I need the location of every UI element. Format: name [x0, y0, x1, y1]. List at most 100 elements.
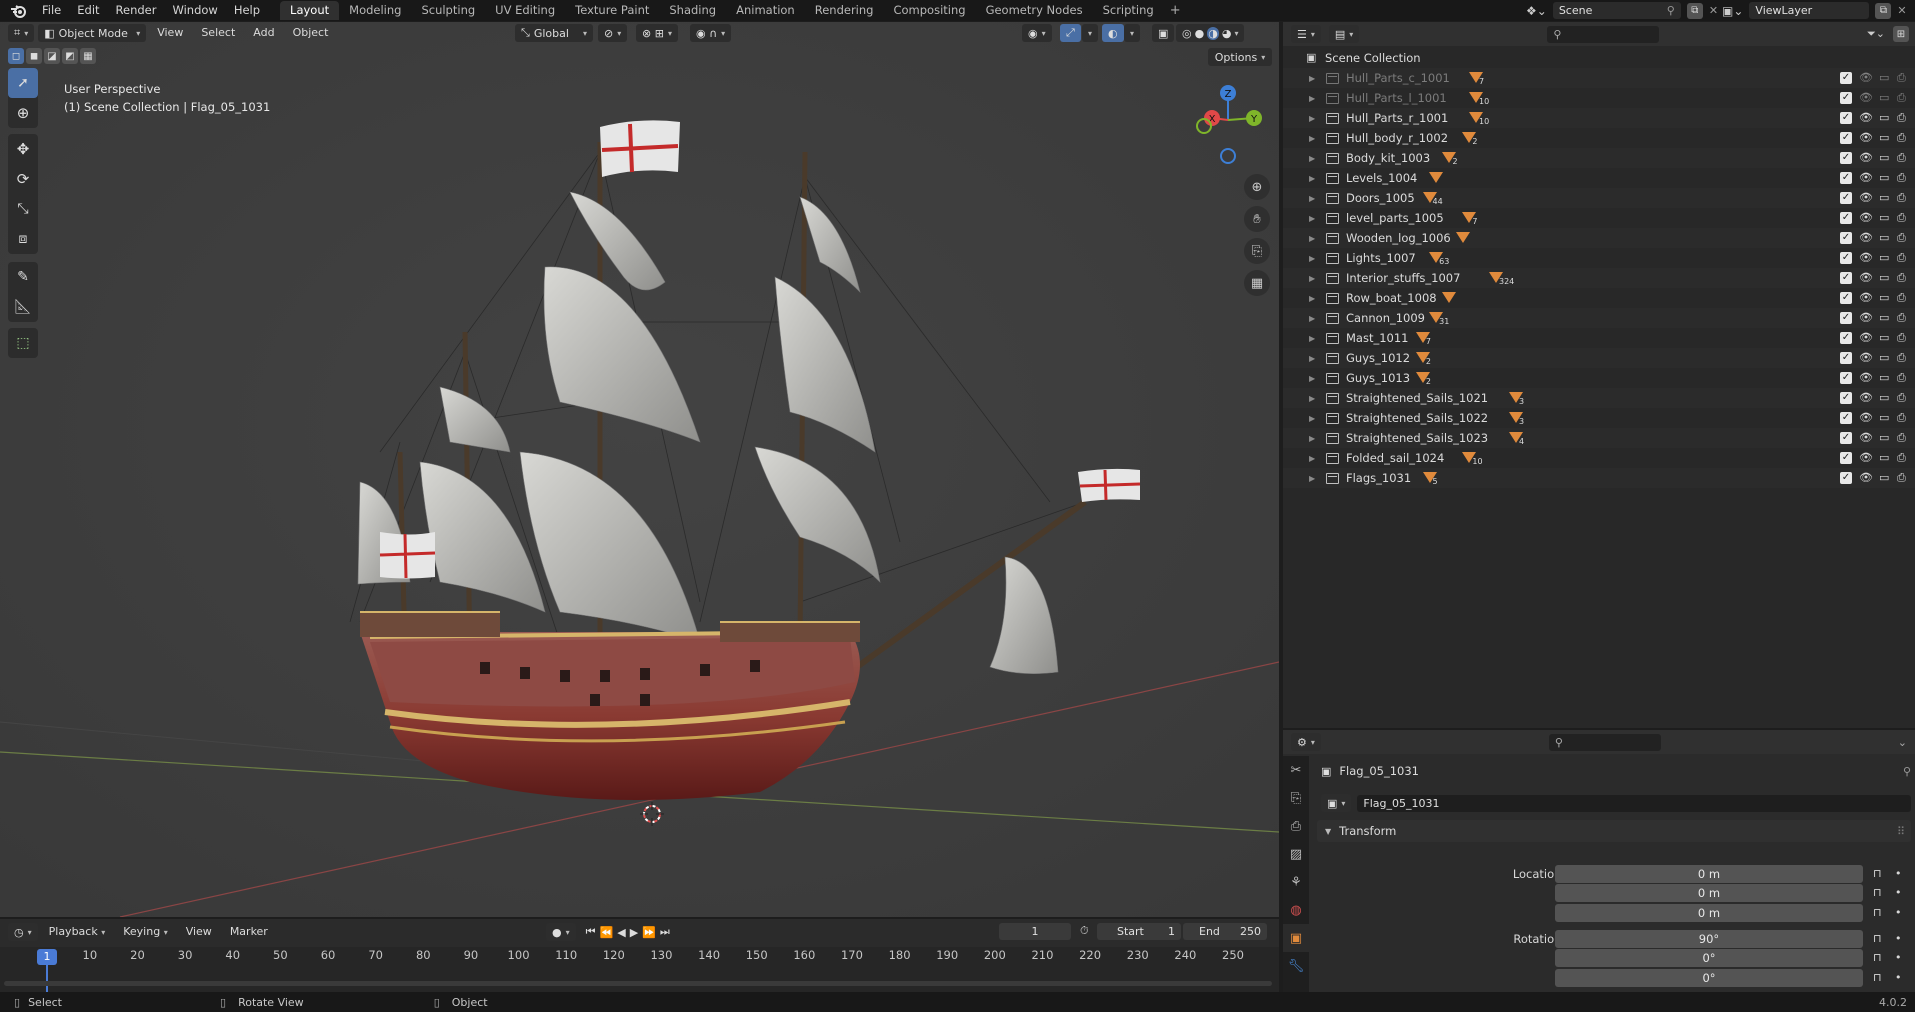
monitor-icon[interactable]: ▭: [1879, 471, 1889, 484]
exclude-checkbox[interactable]: ✓: [1840, 372, 1852, 384]
transform-panel-header[interactable]: ▼ Transform ⠿: [1317, 820, 1911, 842]
navigation-gizmo[interactable]: Z Y X: [1190, 80, 1270, 166]
transform-value-field[interactable]: 0 m: [1555, 884, 1863, 902]
overlays-toggle[interactable]: ◐: [1102, 24, 1124, 42]
camera-render-icon[interactable]: ⎙: [1897, 231, 1906, 245]
monitor-icon[interactable]: ▭: [1879, 411, 1889, 424]
monitor-icon[interactable]: ▭: [1879, 71, 1889, 84]
monitor-icon[interactable]: ▭: [1879, 151, 1889, 164]
keyframe-dot-icon[interactable]: •: [1895, 951, 1902, 964]
outliner-root-row[interactable]: ▣ Scene Collection: [1283, 48, 1915, 68]
eye-icon[interactable]: 👁︎: [1859, 211, 1873, 224]
zoom-icon[interactable]: ⊕: [1244, 174, 1270, 200]
menu-window[interactable]: Window: [164, 0, 225, 21]
lock-icon[interactable]: ⊓: [1873, 971, 1882, 984]
expand-arrow-icon[interactable]: ▶: [1309, 314, 1315, 323]
monitor-icon[interactable]: ▭: [1879, 331, 1889, 344]
monitor-icon[interactable]: ▭: [1879, 231, 1889, 244]
exclude-checkbox[interactable]: ✓: [1840, 212, 1852, 224]
outliner-row[interactable]: ▶ Flags_1031 5 ✓ 👁︎ ▭ ⎙: [1283, 468, 1915, 488]
menu-file[interactable]: File: [34, 0, 69, 21]
camera-render-icon[interactable]: ⎙: [1897, 151, 1906, 165]
annotate-tool[interactable]: ✎: [8, 262, 38, 292]
add-cube-tool[interactable]: ⬚: [8, 328, 38, 358]
eye-icon[interactable]: 👁︎: [1859, 191, 1873, 204]
expand-arrow-icon[interactable]: ▶: [1309, 74, 1315, 83]
exclude-checkbox[interactable]: ✓: [1840, 232, 1852, 244]
select-subtract-icon[interactable]: ◪: [44, 48, 60, 64]
outliner-row[interactable]: ▶ Wooden_log_1006 ✓ 👁︎ ▭ ⎙: [1283, 228, 1915, 248]
camera-render-icon[interactable]: ⎙: [1897, 171, 1906, 185]
monitor-icon[interactable]: ▭: [1879, 211, 1889, 224]
jump-end-icon[interactable]: ⏭: [660, 925, 670, 939]
viewlayer-icon[interactable]: ▣⌄: [1722, 4, 1743, 18]
expand-arrow-icon[interactable]: ▶: [1309, 174, 1315, 183]
mesh-children-icon[interactable]: [1429, 172, 1444, 183]
transform-value-field[interactable]: 0 m: [1555, 865, 1863, 883]
solid-shading-icon[interactable]: ●: [1195, 27, 1205, 40]
camera-render-icon[interactable]: ⎙: [1897, 451, 1906, 465]
exclude-checkbox[interactable]: ✓: [1840, 472, 1852, 484]
tab-uv-editing[interactable]: UV Editing: [485, 1, 565, 20]
lock-icon[interactable]: ⊓: [1873, 951, 1882, 964]
keyframe-dot-icon[interactable]: •: [1895, 867, 1902, 880]
camera-render-icon[interactable]: ⎙: [1897, 351, 1906, 365]
exclude-checkbox[interactable]: ✓: [1840, 352, 1852, 364]
select-new-icon[interactable]: ◻: [8, 48, 24, 64]
jump-next-keyframe-icon[interactable]: ⏩: [642, 926, 656, 939]
keyframe-dot-icon[interactable]: •: [1895, 906, 1902, 919]
outliner-row[interactable]: ▶ Straightened_Sails_1023 4 ✓ 👁︎ ▭ ⎙: [1283, 428, 1915, 448]
display-mode-dropdown[interactable]: ▤ ▾: [1328, 25, 1360, 43]
expand-arrow-icon[interactable]: ▶: [1309, 394, 1315, 403]
jump-start-icon[interactable]: ⏮: [586, 925, 596, 939]
keyframe-dot-icon[interactable]: •: [1895, 932, 1902, 945]
delete-scene-icon[interactable]: ✕: [1709, 4, 1718, 17]
gizmo-dropdown[interactable]: ▾: [1082, 24, 1099, 42]
scale-tool[interactable]: ⤡: [8, 194, 38, 224]
outliner-row[interactable]: ▶ Row_boat_1008 ✓ 👁︎ ▭ ⎙: [1283, 288, 1915, 308]
camera-render-icon[interactable]: ⎙: [1897, 71, 1906, 85]
play-reverse-icon[interactable]: ◀: [617, 926, 625, 939]
keyframe-dot-icon[interactable]: •: [1895, 886, 1902, 899]
overlays-dropdown[interactable]: ▾: [1124, 24, 1141, 42]
mode-dropdown[interactable]: ◧ Object Mode ▾: [38, 24, 147, 42]
tab-texture-paint[interactable]: Texture Paint: [565, 1, 659, 20]
outliner-row[interactable]: ▶ Interior_stuffs_1007 324 ✓ 👁︎ ▭ ⎙: [1283, 268, 1915, 288]
expand-arrow-icon[interactable]: ▶: [1309, 354, 1315, 363]
exclude-checkbox[interactable]: ✓: [1840, 92, 1852, 104]
timeline-editor-type[interactable]: ◷ ▾: [8, 923, 38, 941]
select-invert-icon[interactable]: ◩: [62, 48, 78, 64]
exclude-checkbox[interactable]: ✓: [1840, 172, 1852, 184]
eye-icon[interactable]: 👁︎: [1859, 171, 1873, 184]
eye-icon[interactable]: 👁︎: [1859, 111, 1873, 124]
measure-tool[interactable]: 📐︎: [8, 292, 38, 322]
outliner-editor-type[interactable]: ☰ ▾: [1291, 25, 1321, 43]
outliner-row[interactable]: ▶ Lights_1007 63 ✓ 👁︎ ▭ ⎙: [1283, 248, 1915, 268]
tab-shading[interactable]: Shading: [659, 1, 726, 20]
exclude-checkbox[interactable]: ✓: [1840, 112, 1852, 124]
menu-render[interactable]: Render: [108, 0, 165, 21]
transform-value-field[interactable]: 90°: [1555, 930, 1863, 948]
eye-icon[interactable]: 👁︎: [1859, 151, 1873, 164]
camera-render-icon[interactable]: ⎙: [1897, 111, 1906, 125]
tab-geometry-nodes[interactable]: Geometry Nodes: [976, 1, 1093, 20]
select-extend-icon[interactable]: ◼: [26, 48, 42, 64]
select-intersect-icon[interactable]: ▦: [80, 48, 96, 64]
timeline-scrollbar[interactable]: [4, 981, 1272, 986]
auto-keying-toggle[interactable]: ● ▾: [546, 923, 576, 941]
viewport-menu-add[interactable]: Add: [246, 22, 281, 44]
transform-orientation-dropdown[interactable]: ⤡ Global ▾: [515, 24, 593, 42]
exclude-checkbox[interactable]: ✓: [1840, 392, 1852, 404]
monitor-icon[interactable]: ▭: [1879, 351, 1889, 364]
tab-animation[interactable]: Animation: [726, 1, 805, 20]
material-shading-icon[interactable]: ◑: [1207, 26, 1219, 40]
camera-render-icon[interactable]: ⎙: [1897, 91, 1906, 105]
camera-render-icon[interactable]: ⎙: [1897, 331, 1906, 345]
outliner-search-input[interactable]: ⚲: [1547, 25, 1660, 43]
exclude-checkbox[interactable]: ✓: [1840, 252, 1852, 264]
snap-dropdown[interactable]: ⊗ ⊞ ▾: [636, 24, 678, 42]
pin-icon[interactable]: ⚲: [1667, 4, 1675, 17]
properties-search-input[interactable]: ⚲: [1548, 733, 1661, 751]
outliner-row[interactable]: ▶ Levels_1004 ✓ 👁︎ ▭ ⎙: [1283, 168, 1915, 188]
monitor-icon[interactable]: ▭: [1879, 291, 1889, 304]
